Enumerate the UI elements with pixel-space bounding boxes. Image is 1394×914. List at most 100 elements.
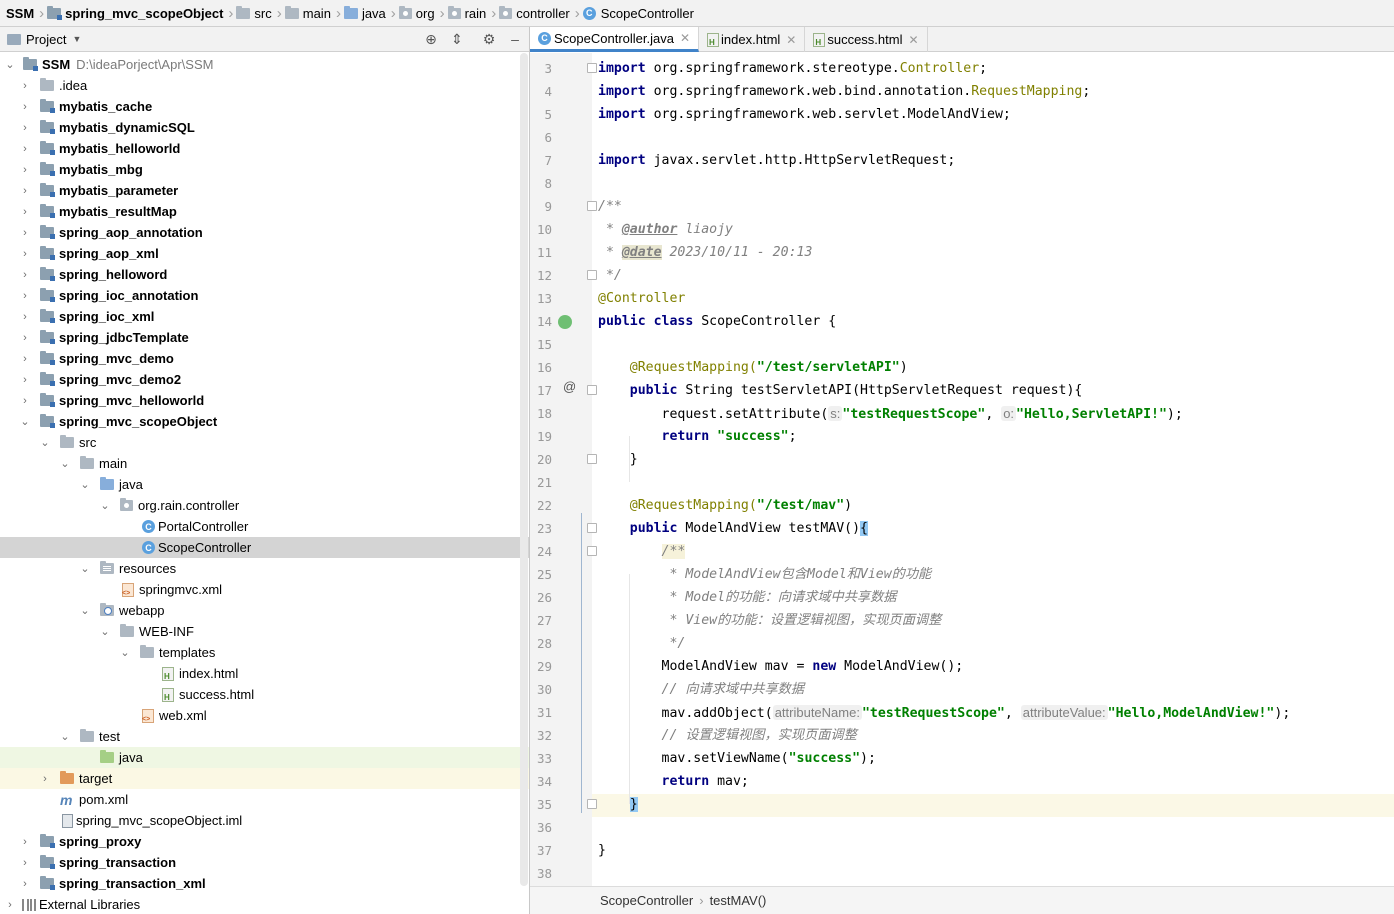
- chevron-right-icon[interactable]: ›: [18, 227, 32, 239]
- fold-icon[interactable]: [587, 454, 597, 464]
- tree-item[interactable]: success.html: [0, 684, 529, 705]
- line-number[interactable]: 20: [530, 448, 552, 471]
- tree-item-module[interactable]: › spring_mvc_helloworld: [0, 390, 529, 411]
- tree-item[interactable]: ⌄ webapp: [0, 600, 529, 621]
- chevron-down-icon[interactable]: ⌄: [58, 730, 72, 743]
- fold-icon[interactable]: [587, 523, 597, 533]
- caret-down-icon[interactable]: ▼: [72, 34, 81, 44]
- fold-icon[interactable]: [587, 385, 597, 395]
- spring-bean-icon[interactable]: [558, 315, 572, 329]
- line-number[interactable]: 17: [530, 379, 552, 402]
- crumb-java[interactable]: java: [343, 0, 390, 26]
- line-number[interactable]: 27: [530, 609, 552, 632]
- chevron-right-icon[interactable]: ›: [18, 332, 32, 344]
- chevron-down-icon[interactable]: ⌄: [38, 436, 52, 449]
- chevron-down-icon[interactable]: ⌄: [98, 625, 112, 638]
- tree-item-selected[interactable]: C ScopeController: [0, 537, 529, 558]
- chevron-right-icon[interactable]: ›: [18, 143, 32, 155]
- tree-item[interactable]: ⌄ resources: [0, 558, 529, 579]
- tree-item[interactable]: ⌄ org.rain.controller: [0, 495, 529, 516]
- chevron-down-icon[interactable]: ⌄: [78, 478, 92, 491]
- chevron-right-icon[interactable]: ›: [18, 878, 32, 890]
- tab-success-html[interactable]: success.html ✕: [805, 27, 928, 52]
- line-number[interactable]: 23: [530, 517, 552, 540]
- tree-item-module[interactable]: › spring_transaction_xml: [0, 873, 529, 894]
- tree-item-module[interactable]: › mybatis_resultMap: [0, 201, 529, 222]
- line-number[interactable]: 4: [530, 80, 552, 103]
- line-number[interactable]: 7: [530, 149, 552, 172]
- tree-item-module[interactable]: › spring_proxy: [0, 831, 529, 852]
- chevron-right-icon[interactable]: ›: [18, 269, 32, 281]
- tree-item-module[interactable]: › mybatis_mbg: [0, 159, 529, 180]
- tree-item[interactable]: m pom.xml: [0, 789, 529, 810]
- line-number[interactable]: 16: [530, 356, 552, 379]
- tree-item-module[interactable]: › spring_ioc_annotation: [0, 285, 529, 306]
- fold-icon[interactable]: [587, 201, 597, 211]
- close-icon[interactable]: ✕: [908, 33, 918, 47]
- crumb-project[interactable]: SSM: [4, 0, 38, 26]
- locate-file-icon[interactable]: ⊕: [423, 31, 439, 47]
- crumb-module[interactable]: spring_mvc_scopeObject: [47, 0, 227, 26]
- project-view-selector[interactable]: Project: [26, 32, 66, 47]
- chevron-right-icon[interactable]: ›: [18, 206, 32, 218]
- tree-item-root[interactable]: ⌄ SSM D:\ideaPorject\Apr\SSM: [0, 54, 529, 75]
- fold-icon[interactable]: [587, 546, 597, 556]
- fold-icon[interactable]: [587, 63, 597, 73]
- line-number[interactable]: 29: [530, 655, 552, 678]
- chevron-down-icon[interactable]: ⌄: [78, 562, 92, 575]
- tree-item[interactable]: web.xml: [0, 705, 529, 726]
- crumb-class[interactable]: C ScopeController: [582, 0, 698, 26]
- line-number[interactable]: 33: [530, 747, 552, 770]
- tree-item[interactable]: index.html: [0, 663, 529, 684]
- fold-icon[interactable]: [587, 799, 597, 809]
- tree-item[interactable]: C PortalController: [0, 516, 529, 537]
- tree-item-module[interactable]: › mybatis_helloworld: [0, 138, 529, 159]
- chevron-down-icon[interactable]: ⌄: [58, 457, 72, 470]
- tree-item[interactable]: › .idea: [0, 75, 529, 96]
- line-number[interactable]: 28: [530, 632, 552, 655]
- chevron-right-icon[interactable]: ›: [18, 185, 32, 197]
- crumb-rain[interactable]: rain: [447, 0, 491, 26]
- line-number[interactable]: 13: [530, 287, 552, 310]
- tab-scopecontroller-java[interactable]: C ScopeController.java ✕: [530, 27, 700, 52]
- crumb-src[interactable]: src: [236, 0, 275, 26]
- tree-item[interactable]: java: [0, 747, 529, 768]
- line-number[interactable]: 9: [530, 195, 552, 218]
- line-number[interactable]: 12: [530, 264, 552, 287]
- tree-item-module[interactable]: › spring_mvc_demo: [0, 348, 529, 369]
- chevron-right-icon[interactable]: ›: [18, 80, 32, 92]
- tree-item-module[interactable]: › spring_aop_annotation: [0, 222, 529, 243]
- chevron-down-icon[interactable]: ⌄: [118, 646, 132, 659]
- tree-item[interactable]: ⌄ test: [0, 726, 529, 747]
- close-icon[interactable]: ✕: [786, 33, 796, 47]
- gear-icon[interactable]: ⚙: [481, 31, 497, 47]
- line-number[interactable]: 26: [530, 586, 552, 609]
- line-number[interactable]: 31: [530, 701, 552, 724]
- line-number[interactable]: 3: [530, 57, 552, 80]
- tree-item[interactable]: ⌄ main: [0, 453, 529, 474]
- tree-item-module[interactable]: › spring_mvc_demo2: [0, 369, 529, 390]
- line-number[interactable]: 19: [530, 425, 552, 448]
- line-number[interactable]: 32: [530, 724, 552, 747]
- tree-item-module[interactable]: › mybatis_cache: [0, 96, 529, 117]
- request-mapping-icon[interactable]: @: [563, 379, 576, 394]
- close-icon[interactable]: ✕: [680, 31, 690, 45]
- status-class[interactable]: ScopeController: [600, 893, 693, 908]
- tree-item-module[interactable]: › mybatis_parameter: [0, 180, 529, 201]
- chevron-down-icon[interactable]: ⌄: [18, 415, 32, 428]
- tree-item[interactable]: › target: [0, 768, 529, 789]
- chevron-right-icon[interactable]: ›: [18, 311, 32, 323]
- line-number[interactable]: 15: [530, 333, 552, 356]
- line-number[interactable]: 24: [530, 540, 552, 563]
- chevron-right-icon[interactable]: ›: [18, 857, 32, 869]
- code-editor[interactable]: @ import org.springframework.stereotype.…: [530, 53, 1394, 886]
- collapse-all-icon[interactable]: ⇕: [449, 31, 465, 47]
- tree-item[interactable]: springmvc.xml: [0, 579, 529, 600]
- line-number[interactable]: 30: [530, 678, 552, 701]
- tree-scrollbar[interactable]: [520, 53, 528, 886]
- chevron-right-icon[interactable]: ›: [38, 773, 52, 785]
- chevron-down-icon[interactable]: ⌄: [98, 499, 112, 512]
- chevron-right-icon[interactable]: ›: [18, 248, 32, 260]
- tree-item[interactable]: ⌄ templates: [0, 642, 529, 663]
- tree-item[interactable]: ⌄ src: [0, 432, 529, 453]
